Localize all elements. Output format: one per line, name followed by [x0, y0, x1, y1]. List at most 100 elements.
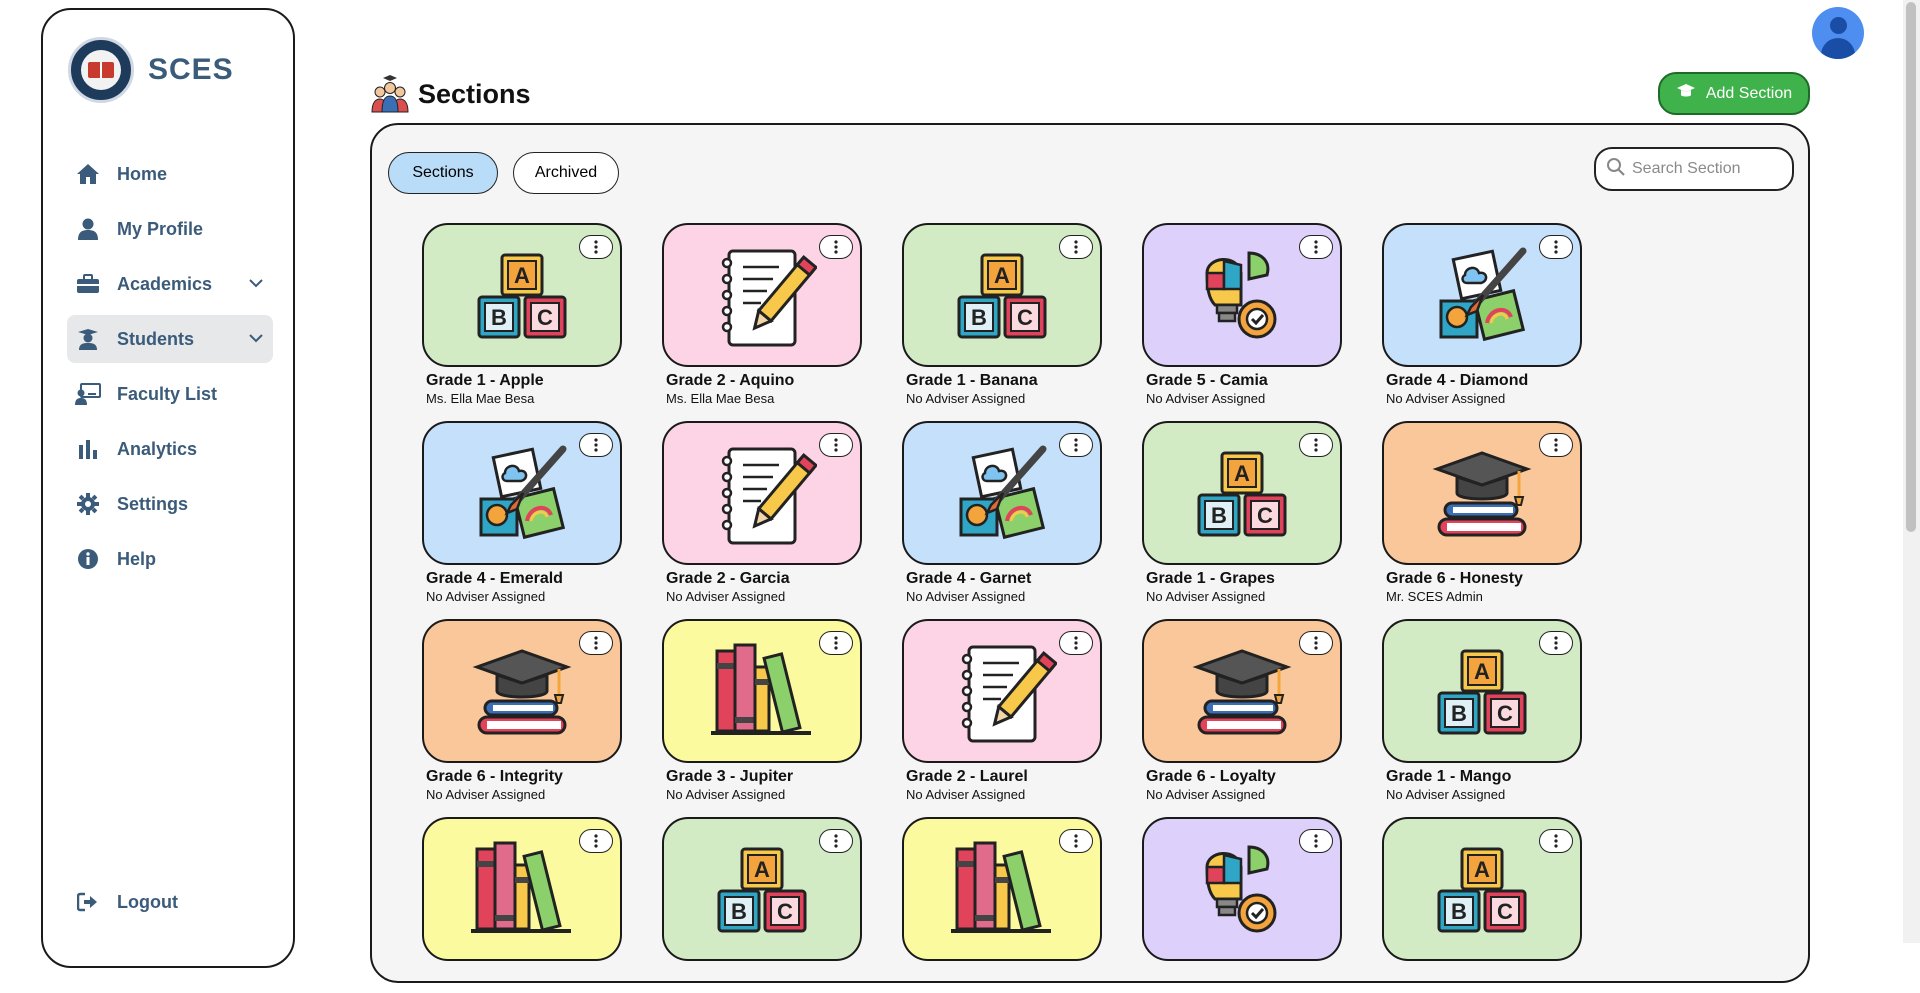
- more-options-button[interactable]: [819, 433, 853, 457]
- brand-name: SCES: [148, 53, 234, 86]
- more-options-button[interactable]: [1539, 433, 1573, 457]
- more-options-button[interactable]: [579, 829, 613, 853]
- sidebar-item-faculty-list[interactable]: Faculty List: [67, 370, 273, 418]
- chevron-down-icon[interactable]: [249, 275, 263, 293]
- section-card[interactable]: A B C Grade 1 - Grapes No Adviser Assigned: [1142, 421, 1342, 604]
- section-card[interactable]: Grade 6 - Integrity No Adviser Assigned: [422, 619, 622, 802]
- search-box[interactable]: [1594, 147, 1794, 191]
- brand[interactable]: SCES: [68, 37, 234, 103]
- section-thumbnail[interactable]: [902, 421, 1102, 565]
- sidebar-item-analytics[interactable]: Analytics: [67, 425, 273, 473]
- section-card[interactable]: A B C Grade 1 - Mango No Adviser Assigned: [1382, 619, 1582, 802]
- section-card[interactable]: Grade 6 - Honesty Mr. SCES Admin: [1382, 421, 1582, 604]
- notebook-pencil-icon: [721, 447, 817, 545]
- svg-text:C: C: [777, 899, 793, 924]
- section-thumbnail[interactable]: [902, 619, 1102, 763]
- gear-icon: [75, 491, 101, 517]
- sidebar-item-home[interactable]: Home: [67, 150, 273, 198]
- more-options-button[interactable]: [1539, 235, 1573, 259]
- user-icon: [75, 216, 101, 242]
- section-thumbnail[interactable]: A B C: [422, 223, 622, 367]
- section-card[interactable]: Grade 4 - Diamond No Adviser Assigned: [1382, 223, 1582, 406]
- kebab-menu-icon: [834, 438, 838, 452]
- section-card[interactable]: Grade 5 - Camia No Adviser Assigned: [1142, 223, 1342, 406]
- more-options-button[interactable]: [579, 235, 613, 259]
- sidebar-item-label: Home: [117, 163, 168, 184]
- more-options-button[interactable]: [1299, 829, 1333, 853]
- more-options-button[interactable]: [1059, 433, 1093, 457]
- more-options-button[interactable]: [1299, 235, 1333, 259]
- sidebar-item-help[interactable]: Help: [67, 535, 273, 583]
- section-thumbnail[interactable]: [662, 223, 862, 367]
- teacher-board-icon: [75, 381, 101, 407]
- section-thumbnail[interactable]: A B C: [1382, 619, 1582, 763]
- section-thumbnail[interactable]: [422, 619, 622, 763]
- section-card[interactable]: Grade 2 - Aquino Ms. Ella Mae Besa: [662, 223, 862, 406]
- sidebar-item-label: Faculty List: [117, 383, 218, 404]
- sidebar: SCES Home My Profile Academics Students …: [41, 8, 295, 968]
- add-section-label: Add Section: [1705, 84, 1793, 102]
- more-options-button[interactable]: [1539, 829, 1573, 853]
- page-scrollbar[interactable]: [1903, 0, 1920, 943]
- section-card[interactable]: Grade 2 - Laurel No Adviser Assigned: [902, 619, 1102, 802]
- section-thumbnail[interactable]: [422, 817, 622, 961]
- section-thumbnail[interactable]: [1142, 619, 1342, 763]
- section-card[interactable]: [902, 817, 1102, 993]
- section-thumbnail[interactable]: [422, 421, 622, 565]
- section-thumbnail[interactable]: A B C: [902, 223, 1102, 367]
- section-card[interactable]: Grade 6 - Loyalty No Adviser Assigned: [1142, 619, 1342, 802]
- section-card[interactable]: Grade 4 - Emerald No Adviser Assigned: [422, 421, 622, 604]
- sidebar-item-academics[interactable]: Academics: [67, 260, 273, 308]
- more-options-button[interactable]: [1299, 631, 1333, 655]
- more-options-button[interactable]: [819, 829, 853, 853]
- kebab-menu-icon: [1074, 240, 1078, 254]
- more-options-button[interactable]: [1059, 631, 1093, 655]
- section-thumbnail[interactable]: [1382, 421, 1582, 565]
- sidebar-item-my-profile[interactable]: My Profile: [67, 205, 273, 253]
- more-options-button[interactable]: [579, 631, 613, 655]
- section-card[interactable]: A B C: [662, 817, 862, 993]
- section-thumbnail[interactable]: A B C: [1382, 817, 1582, 961]
- kebab-menu-icon: [1554, 240, 1558, 254]
- sidebar-item-settings[interactable]: Settings: [67, 480, 273, 528]
- logout-button[interactable]: Logout: [67, 878, 273, 926]
- section-card[interactable]: A B C: [1382, 817, 1582, 993]
- section-thumbnail[interactable]: [1142, 223, 1342, 367]
- section-card[interactable]: Grade 4 - Garnet No Adviser Assigned: [902, 421, 1102, 604]
- section-thumbnail[interactable]: [902, 817, 1102, 961]
- section-thumbnail[interactable]: [662, 619, 862, 763]
- puzzle-bulb-icon: [1205, 845, 1277, 933]
- section-adviser: No Adviser Assigned: [1386, 787, 1506, 802]
- section-thumbnail[interactable]: [1382, 223, 1582, 367]
- sidebar-item-label: Academics: [117, 273, 213, 294]
- more-options-button[interactable]: [1059, 235, 1093, 259]
- section-card[interactable]: [422, 817, 622, 993]
- section-thumbnail[interactable]: [1142, 817, 1342, 961]
- section-name: Grade 6 - Honesty: [1386, 570, 1523, 587]
- section-thumbnail[interactable]: A B C: [662, 817, 862, 961]
- search-input[interactable]: [1632, 160, 1782, 178]
- section-thumbnail[interactable]: [662, 421, 862, 565]
- add-section-button[interactable]: Add Section: [1658, 72, 1810, 115]
- section-card[interactable]: A B C Grade 1 - Apple Ms. Ella Mae Besa: [422, 223, 622, 406]
- more-options-button[interactable]: [579, 433, 613, 457]
- section-card[interactable]: A B C Grade 1 - Banana No Adviser Assigned: [902, 223, 1102, 406]
- chevron-down-icon[interactable]: [249, 330, 263, 348]
- art-brush-icon: [1439, 247, 1527, 342]
- sidebar-item-students[interactable]: Students: [67, 315, 273, 363]
- user-avatar[interactable]: [1812, 7, 1864, 59]
- section-card[interactable]: [1142, 817, 1342, 993]
- section-card[interactable]: Grade 3 - Jupiter No Adviser Assigned: [662, 619, 862, 802]
- kebab-menu-icon: [1074, 438, 1078, 452]
- more-options-button[interactable]: [1539, 631, 1573, 655]
- section-name: Grade 5 - Camia: [1146, 372, 1268, 389]
- more-options-button[interactable]: [1299, 433, 1333, 457]
- more-options-button[interactable]: [819, 631, 853, 655]
- abc-blocks-icon: A B C: [957, 253, 1047, 339]
- tab-sections[interactable]: Sections: [388, 152, 498, 194]
- section-card[interactable]: Grade 2 - Garcia No Adviser Assigned: [662, 421, 862, 604]
- tab-archived[interactable]: Archived: [513, 152, 619, 194]
- more-options-button[interactable]: [1059, 829, 1093, 853]
- more-options-button[interactable]: [819, 235, 853, 259]
- section-thumbnail[interactable]: A B C: [1142, 421, 1342, 565]
